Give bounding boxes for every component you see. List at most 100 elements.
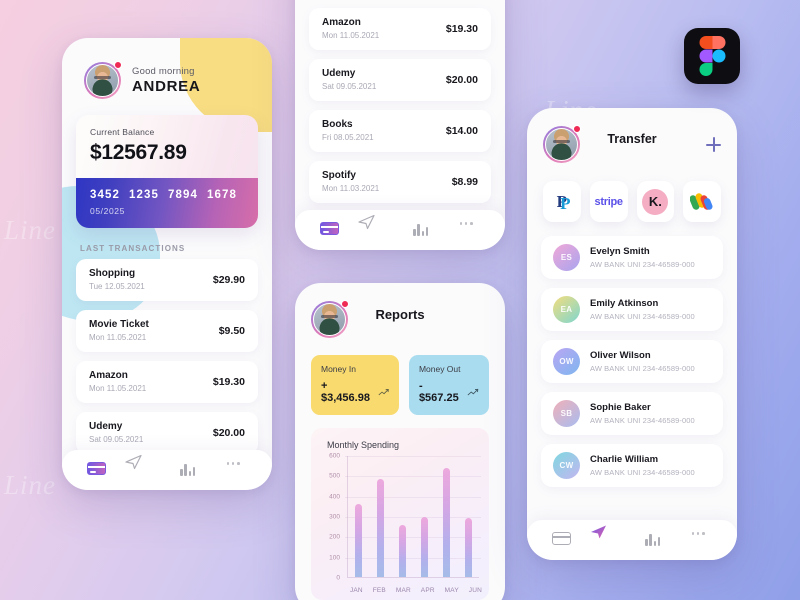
kpi-money-out[interactable]: Money Out - $567.25: [408, 355, 489, 415]
bottom-nav: [62, 450, 272, 490]
list-item[interactable]: SB Sophie Baker AW BANK UNI 234-46589-000: [541, 392, 723, 435]
balance-amount: $12567.89: [90, 141, 187, 164]
card-expiry: 05/2025: [90, 206, 125, 216]
transaction-name: Amazon: [322, 17, 361, 28]
bottom-nav: [295, 210, 505, 250]
kpi-value: + $3,456.98: [321, 380, 370, 404]
table-row[interactable]: Udemy Sat 09.05.2021 $20.00: [76, 412, 258, 454]
list-item[interactable]: OW Oliver Wilson AW BANK UNI 234-46589-000: [541, 340, 723, 383]
contact-name: Oliver Wilson: [590, 350, 651, 362]
avatar-photo: [86, 64, 119, 97]
provider-paypal-button[interactable]: PP: [543, 181, 581, 222]
chart-icon: [180, 462, 196, 476]
nav-more-button[interactable]: [226, 462, 247, 478]
chart-x-tick: MAR: [395, 587, 411, 594]
chart-bar-jan: [355, 504, 363, 577]
card-icon: [552, 532, 572, 545]
kpi-label: Money In: [321, 364, 356, 374]
provider-klarna-button[interactable]: K.: [636, 181, 675, 222]
page-title: Reports: [375, 307, 425, 322]
nav-more-button[interactable]: [691, 532, 712, 548]
nav-card-button[interactable]: [87, 462, 107, 478]
contact-bank-account: AW BANK UNI 234-46589-000: [590, 415, 695, 425]
paypal-icon: PP: [556, 191, 571, 214]
transaction-amount: $8.99: [451, 175, 478, 188]
provider-google-pay-button[interactable]: [683, 181, 721, 222]
chart-x-tick: JUN: [468, 587, 482, 594]
chart-y-axis: 0 100 200 300 400 500 600: [319, 452, 343, 582]
contact-bank-account: AW BANK UNI 234-46589-000: [590, 363, 695, 373]
transaction-date: Mon 11.05.2021: [89, 384, 147, 393]
contact-name: Sophie Baker: [590, 402, 651, 414]
provider-stripe-button[interactable]: stripe: [589, 181, 628, 222]
card-number-group: 7894: [167, 189, 198, 201]
monthly-spending-chart: Monthly Spending 0 100 200 300 400 500 600 JAN…: [311, 428, 489, 600]
table-row[interactable]: Books Fri 08.05.2021 $14.00: [309, 110, 491, 152]
nav-send-button[interactable]: [358, 214, 387, 238]
transaction-date: Mon 11.03.2021: [322, 184, 380, 193]
nav-send-button[interactable]: [590, 525, 619, 548]
contact-name: Evelyn Smith: [590, 246, 650, 258]
chart-x-tick: JAN: [349, 587, 363, 594]
transaction-date: Sat 09.05.2021: [89, 435, 144, 444]
nav-card-button[interactable]: [552, 532, 572, 548]
contact-name: Charlie William: [590, 454, 659, 466]
transfer-header: Transfer: [527, 108, 737, 163]
trend-up-icon: [467, 388, 479, 395]
table-row[interactable]: Amazon Mon 11.05.2021 $19.30: [76, 361, 258, 403]
chart-y-tick: 600: [329, 452, 340, 460]
user-name: ANDREA: [132, 78, 201, 95]
transaction-name: Udemy: [322, 68, 356, 79]
chart-y-tick: 500: [329, 472, 340, 480]
more-icon: [691, 532, 712, 535]
figma-icon: [699, 36, 725, 76]
contact-list: ES Evelyn Smith AW BANK UNI 234-46589-000 E…: [527, 222, 737, 487]
transaction-amount: $20.00: [445, 73, 478, 86]
chart-y-tick: 300: [329, 513, 340, 521]
table-row[interactable]: Amazon Mon 11.05.2021 $19.30: [309, 8, 491, 50]
transaction-list: Shopping Tue 12.05.2021 $29.90 Movie Tic…: [62, 259, 272, 454]
nav-chart-button[interactable]: [180, 462, 200, 478]
table-row[interactable]: Udemy Sat 09.05.2021 $20.00: [309, 59, 491, 101]
payment-provider-row: PP stripe K.: [527, 163, 737, 222]
chart-x-tick: FEB: [372, 587, 386, 594]
add-icon[interactable]: [706, 137, 721, 152]
list-item[interactable]: CW Charlie William AW BANK UNI 234-46589-0…: [541, 444, 723, 487]
nav-chart-button[interactable]: [645, 532, 665, 548]
nav-send-button[interactable]: [125, 454, 154, 478]
list-item[interactable]: EA Emily Atkinson AW BANK UNI 234-46589-00…: [541, 288, 723, 331]
nav-chart-button[interactable]: [413, 222, 433, 238]
figma-logo-badge: [684, 28, 740, 84]
balance-card[interactable]: Current Balance $12567.89 3452 1235 7894…: [76, 115, 258, 228]
balance-label: Current Balance: [90, 127, 155, 137]
kpi-row: Money In + $3,456.98 Money Out - $567.25: [295, 338, 505, 415]
kpi-label: Money Out: [418, 364, 461, 374]
nav-card-button[interactable]: [320, 222, 340, 238]
table-row[interactable]: Shopping Tue 12.05.2021 $29.90: [76, 259, 258, 301]
chart-plot-area: 0 100 200 300 400 500 600: [319, 452, 481, 582]
transaction-name: Shopping: [89, 268, 136, 279]
stripe-icon: stripe: [594, 195, 623, 208]
card-number-group: 3452: [90, 189, 120, 201]
contact-avatar: SB: [553, 400, 580, 427]
table-row[interactable]: Movie Ticket Mon 11.05.2021 $9.50: [76, 310, 258, 352]
contact-name: Emily Atkinson: [590, 298, 659, 310]
nav-more-button[interactable]: [459, 222, 480, 238]
transaction-name: Books: [322, 119, 353, 130]
transaction-date: Fri 08.05.2021: [322, 133, 374, 142]
avatar[interactable]: [84, 61, 122, 99]
trend-up-icon: [378, 388, 389, 395]
transaction-amount: $19.30: [212, 375, 245, 388]
chart-bar-may: [442, 468, 450, 577]
chart-y-tick: 200: [329, 533, 340, 541]
table-row[interactable]: Spotify Mon 11.03.2021 $8.99: [309, 161, 491, 203]
more-icon: [226, 462, 247, 465]
list-item[interactable]: ES Evelyn Smith AW BANK UNI 234-46589-000: [541, 236, 723, 279]
transaction-amount: $14.00: [445, 124, 478, 137]
contact-avatar: OW: [553, 348, 580, 375]
screenshot-canvas: Line Line Line Line Line Line Line Line …: [0, 0, 800, 600]
card-number-group: 1678: [206, 189, 237, 201]
contact-avatar: CW: [553, 452, 580, 479]
kpi-money-in[interactable]: Money In + $3,456.98: [311, 355, 399, 415]
watermark: Line: [4, 215, 57, 245]
